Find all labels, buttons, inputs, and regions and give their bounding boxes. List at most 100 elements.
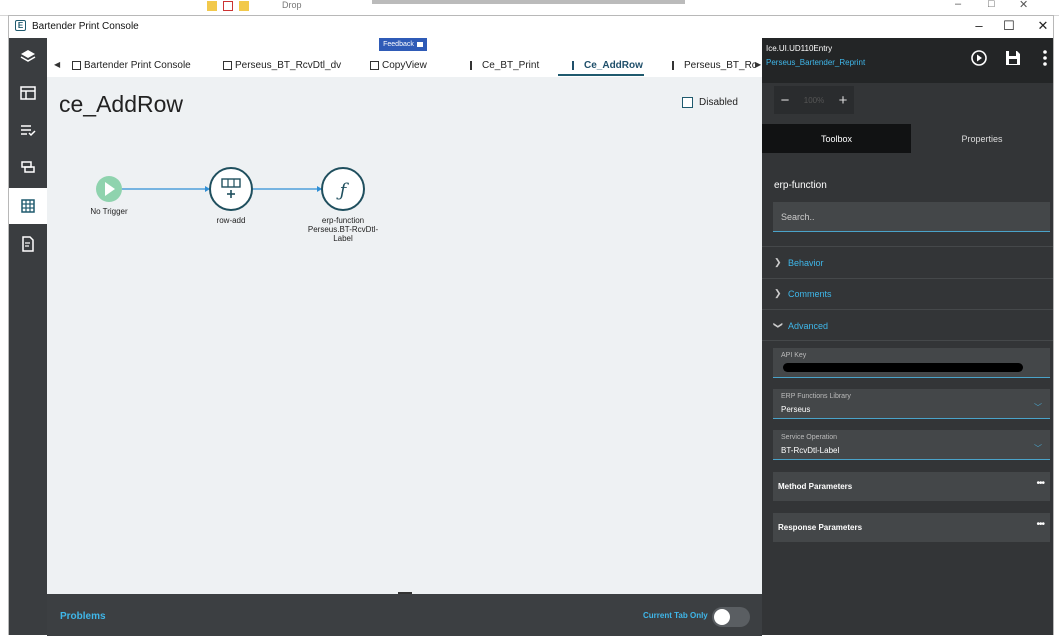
title-bar: E Bartender Print Console – ☐ ✕ [9,16,1053,37]
chevron-down-icon: ❯ [773,321,784,330]
group-label: Comments [788,288,832,299]
erp-function-node[interactable]: ƒ [321,167,365,211]
advanced-group[interactable]: ❯ Advanced [773,320,829,331]
tab-copyview[interactable]: CopyView [370,60,427,71]
param-label: Method Parameters [778,482,853,491]
divider [762,309,1053,310]
field-value: Perseus [781,405,811,414]
toggle-knob [714,609,730,625]
design-canvas[interactable]: ce_AddRow Disabled ƒ No Trigger row-add … [47,77,762,594]
tab-label: Perseus_BT_RcvDtl_dv [235,60,342,71]
feedback-button[interactable]: Feedback [379,38,427,51]
chevron-down-icon: ﹀ [1034,403,1042,412]
layer-name-link[interactable]: Perseus_Bartender_Reprint [766,58,865,67]
more-horizontal-icon[interactable]: ••• [1036,478,1044,489]
field-label: Service Operation [781,434,838,441]
no-trigger-node[interactable] [96,176,122,202]
checklist-nav-icon[interactable] [9,112,47,148]
left-navigation [9,38,47,635]
more-horizontal-icon[interactable]: ••• [1036,519,1044,530]
redacted-value [783,363,1023,372]
maximize-icon[interactable]: ☐ [999,18,1019,34]
service-operation-select[interactable]: Service Operation BT-RcvDtl-Label ﹀ [773,430,1050,460]
tab-label: Ce_BT_Print [482,60,540,71]
tab-ce-addrow[interactable]: Ce_AddRow [572,60,643,71]
chevron-down-icon: ﹀ [1034,444,1042,453]
comment-icon [416,42,423,47]
more-options-icon[interactable] [1035,48,1055,68]
event-icon [572,61,581,70]
window-title: Bartender Print Console [32,21,139,32]
edit-document-icon[interactable] [9,226,47,262]
background-window-strip: Drop – □ ✕ [0,0,1059,16]
node-label: row-add [216,216,246,225]
field-label: ERP Functions Library [781,393,851,400]
tab-label: Bartender Print Console [84,60,191,71]
comments-group[interactable]: ❯ Comments [774,288,832,299]
minimize-icon[interactable]: – [969,18,989,33]
bg-maximize-icon[interactable]: □ [988,0,995,10]
current-tab-only-toggle[interactable] [712,607,750,627]
folder-icon[interactable] [239,1,249,11]
checklist-icon[interactable] [223,1,233,11]
event-icon [672,61,681,70]
scroll-left-icon[interactable]: ◀ [54,60,60,69]
bg-close-icon[interactable]: ✕ [1019,0,1028,11]
view-id: Ice.UI.UD110Entry [766,44,833,53]
tab-properties[interactable]: Properties [911,124,1053,153]
chevron-right-icon: ❯ [774,288,782,298]
layout-icon[interactable] [9,75,47,111]
bg-minimize-icon[interactable]: – [955,0,961,10]
zoom-in-button[interactable]: + [836,92,850,109]
zoom-control: − 100% + [774,86,854,114]
node-circle[interactable] [209,167,253,211]
zoom-level: 100% [803,95,825,105]
field-label: API Key [781,352,807,359]
group-label: Behavior [788,257,824,268]
response-parameters-row[interactable]: Response Parameters ••• [773,513,1050,542]
tab-label: CopyView [382,60,427,71]
behavior-group[interactable]: ❯ Behavior [774,257,824,268]
save-icon[interactable] [1003,48,1023,68]
app-logo-icon: E [15,20,26,31]
method-parameters-row[interactable]: Method Parameters ••• [773,472,1050,501]
node-label: erp-function [321,216,365,225]
feedback-label: Feedback [383,41,414,48]
zoom-out-button[interactable]: − [778,92,792,109]
app-window: E Bartender Print Console – ☐ ✕ Feedback [8,15,1054,636]
active-tab-indicator [558,74,644,76]
close-icon[interactable]: ✕ [1033,18,1053,34]
dataview-icon [223,61,232,70]
node-label: No Trigger [90,207,128,216]
search-input[interactable]: Search.. [773,202,1050,232]
node-sublabel: Perseus.BT-RcvDtl- [307,225,379,234]
tab-bartender-print-console[interactable]: Bartender Print Console [72,60,191,71]
layers-icon[interactable] [9,38,47,74]
folder-icon[interactable] [207,1,217,11]
tab-toolbox[interactable]: Toolbox [762,124,911,153]
problems-tab[interactable]: Problems [60,611,106,622]
grid-view-icon [72,61,81,70]
run-icon[interactable] [969,48,989,68]
tab-perseus-bt-rc[interactable]: Perseus_BT_Rc [672,60,757,71]
panel-tabs: Toolbox Properties [762,124,1053,153]
transfer-icon[interactable] [9,149,47,185]
row-add-node[interactable] [209,167,253,211]
current-tab-only-label: Current Tab Only [643,611,708,620]
erp-functions-library-select[interactable]: ERP Functions Library Perseus ﹀ [773,389,1050,419]
problems-panel: Problems Current Tab Only [47,594,762,636]
api-key-field[interactable]: API Key [773,348,1050,378]
param-label: Response Parameters [778,523,863,532]
data-grid-icon[interactable] [9,188,47,224]
tab-ce-bt-print[interactable]: Ce_BT_Print [470,60,539,71]
divider [762,246,1053,247]
drop-label: Drop [282,0,302,10]
right-panel-header: Ice.UI.UD110Entry Perseus_Bartender_Repr… [762,38,1053,83]
scroll-right-icon[interactable]: ▶ [755,60,761,69]
tab-perseus-bt-rcvdtl-dv[interactable]: Perseus_BT_RcvDtl_dv [223,60,341,71]
chevron-right-icon: ❯ [774,257,782,267]
selected-widget-title: erp-function [774,180,827,191]
field-value: BT-RcvDtl-Label [781,446,840,455]
group-label: Advanced [788,320,829,331]
workflow-diagram: ƒ [96,167,365,211]
